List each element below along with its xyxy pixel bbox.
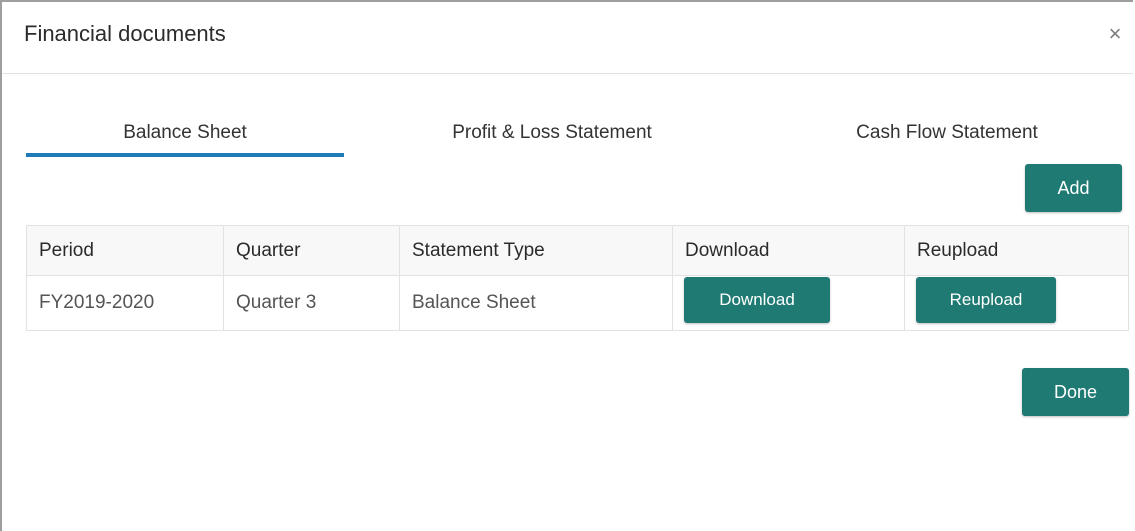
cell-statement-type: Balance Sheet xyxy=(400,276,673,330)
table-header: Period Quarter Statement Type Download R… xyxy=(27,226,1128,276)
tab-profit-loss-statement[interactable]: Profit & Loss Statement xyxy=(392,122,712,158)
cell-period: FY2019-2020 xyxy=(27,276,224,330)
done-button[interactable]: Done xyxy=(1022,368,1129,416)
column-header-quarter: Quarter xyxy=(224,226,400,276)
dialog-title: Financial documents xyxy=(24,21,226,46)
download-button[interactable]: Download xyxy=(684,277,830,323)
column-header-reupload: Reupload xyxy=(917,240,999,261)
dialog-header: Financial documents × xyxy=(2,2,1133,74)
cell-quarter: Quarter 3 xyxy=(224,276,400,330)
active-tab-indicator xyxy=(26,153,344,157)
add-button[interactable]: Add xyxy=(1025,164,1122,212)
financial-documents-dialog: Financial documents × Balance Sheet Prof… xyxy=(0,0,1133,531)
close-icon[interactable]: × xyxy=(1103,22,1127,46)
column-header-period: Period xyxy=(27,226,224,276)
reupload-button[interactable]: Reupload xyxy=(916,277,1056,323)
column-header-statement-type: Statement Type xyxy=(400,226,673,276)
tab-cash-flow-statement[interactable]: Cash Flow Statement xyxy=(792,122,1102,158)
column-header-download: Download xyxy=(673,226,905,276)
